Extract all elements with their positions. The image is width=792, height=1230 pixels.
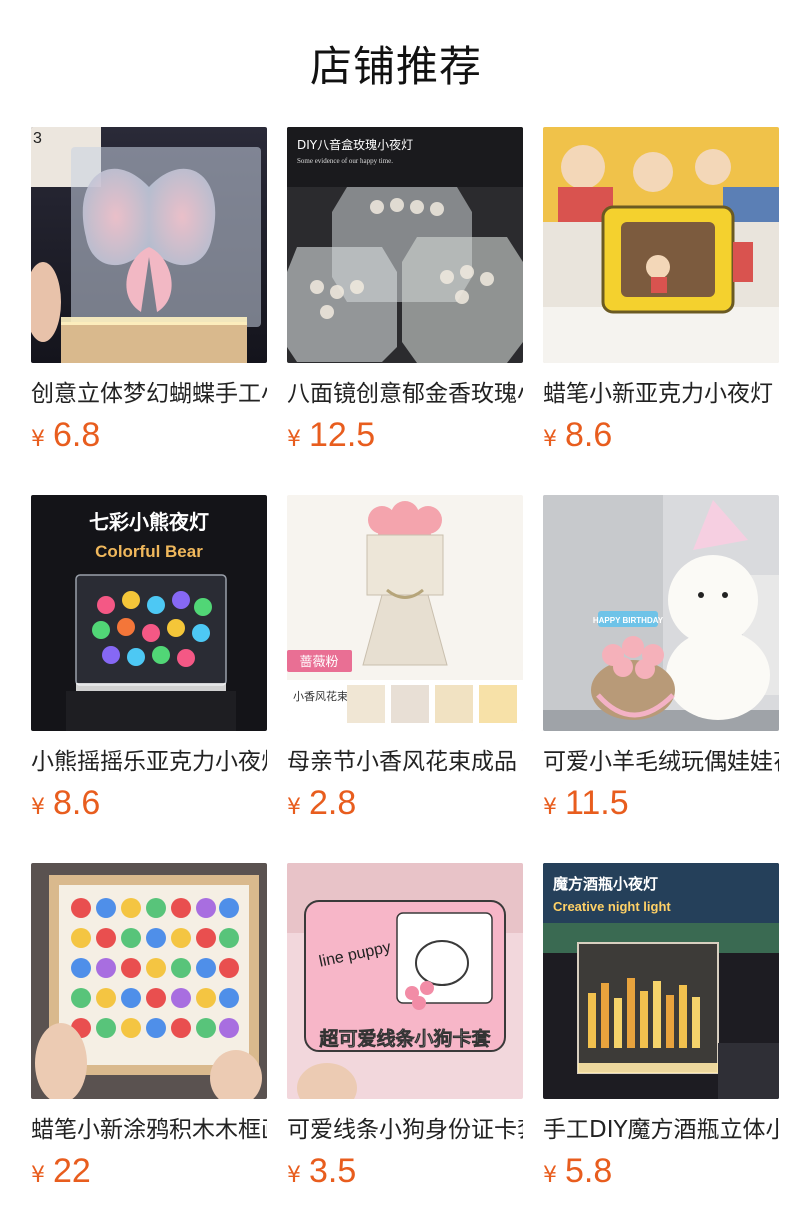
price-value: 8.6 [565,416,613,454]
price-value: 3.5 [309,1152,357,1190]
product-name[interactable]: 蜡笔小新涂鸦积木木框画 [31,1114,267,1146]
bouquet-caption-text: 小香风花束 [293,690,348,703]
product-name[interactable]: 母亲节小香风花束成品 [287,746,523,778]
product-card[interactable]: HAPPY BIRTHDAY 可爱小羊毛绒玩偶娃娃花束 ¥ 11.5 [543,495,779,822]
price-value: 11.5 [565,784,629,822]
puppy-banner-text: 超可爱线条小狗卡套 [318,1027,491,1050]
product-price: ¥ 22 [31,1152,267,1191]
price-value: 22 [53,1152,91,1190]
currency-symbol: ¥ [287,427,301,452]
product-name[interactable]: 可爱小羊毛绒玩偶娃娃花束 [543,746,779,778]
product-name[interactable]: 手工DIY魔方酒瓶立体小夜灯 [543,1114,779,1146]
currency-symbol: ¥ [287,795,301,820]
product-name[interactable]: 蜡笔小新亚克力小夜灯 [543,378,779,410]
product-image-shinchan-tv-lamp[interactable] [543,127,779,363]
product-name[interactable]: 小熊摇摇乐亚克力小夜灯 [31,746,267,778]
product-image-octagon-rose-lamp[interactable]: DIY八音盒玫瑰小夜灯 Some evidence of our happy t… [287,127,523,363]
section-header: 店铺推荐 [0,28,792,98]
bouquet-tag-text: 蔷薇粉 [299,655,338,670]
currency-symbol: ¥ [31,1163,45,1188]
product-image-butterfly-lamp[interactable]: 3 [31,127,267,363]
product-card[interactable]: 魔方酒瓶小夜灯 Creative night light 手工DIY魔方酒瓶立体… [543,863,779,1190]
product-price: ¥ 8.6 [31,784,267,823]
product-grid: 3 创意立体梦幻蝴蝶手工小夜灯 ¥ 6.8 DIY八音盒玫瑰小夜灯 [31,127,779,1190]
banner-text: DIY八音盒玫瑰小夜灯 [297,137,413,152]
product-card[interactable]: 3 创意立体梦幻蝴蝶手工小夜灯 ¥ 6.8 [31,127,267,454]
product-image-bouquet[interactable]: 蔷薇粉 小香风花束 [287,495,523,731]
product-price: ¥ 5.8 [543,1152,779,1191]
product-card[interactable]: 七彩小熊夜灯 Colorful Bear 小熊摇摇乐亚克力小夜灯 ¥ 8.6 [31,495,267,822]
product-name[interactable]: 八面镜创意郁金香玫瑰小夜灯 [287,378,523,410]
bear-subtitle-text: Colorful Bear [95,542,203,561]
price-value: 6.8 [53,416,101,454]
product-card[interactable]: DIY八音盒玫瑰小夜灯 Some evidence of our happy t… [287,127,523,454]
price-value: 2.8 [309,784,357,822]
currency-symbol: ¥ [543,795,557,820]
product-image-graffiti-frame[interactable] [31,863,267,1099]
bear-title-text: 七彩小熊夜灯 [89,510,209,534]
currency-symbol: ¥ [543,427,557,452]
product-price: ¥ 8.6 [543,416,779,455]
product-image-colorful-bear-lamp[interactable]: 七彩小熊夜灯 Colorful Bear [31,495,267,731]
product-price: ¥ 6.8 [31,416,267,455]
product-image-puppy-card-holder[interactable]: line puppy 超可爱线条小狗卡套 [287,863,523,1099]
price-value: 12.5 [309,416,376,454]
product-image-cube-bottle-lamp[interactable]: 魔方酒瓶小夜灯 Creative night light [543,863,779,1099]
product-image-lamb-basket[interactable]: HAPPY BIRTHDAY [543,495,779,731]
cube-subtitle-text: Creative night light [553,899,671,914]
product-price: ¥ 2.8 [287,784,523,823]
currency-symbol: ¥ [543,1163,557,1188]
currency-symbol: ¥ [287,1163,301,1188]
product-price: ¥ 11.5 [543,784,779,823]
product-card[interactable]: 蜡笔小新亚克力小夜灯 ¥ 8.6 [543,127,779,454]
section-title: 店铺推荐 [309,41,482,91]
product-price: ¥ 12.5 [287,416,523,455]
product-price: ¥ 3.5 [287,1152,523,1191]
cube-title-text: 魔方酒瓶小夜灯 [553,875,658,893]
product-name[interactable]: 创意立体梦幻蝴蝶手工小夜灯 [31,378,267,410]
price-value: 8.6 [53,784,101,822]
svg-text:3: 3 [33,130,42,147]
product-card[interactable]: 蜡笔小新涂鸦积木木框画 ¥ 22 [31,863,267,1190]
birthday-sign-text: HAPPY BIRTHDAY [593,616,664,625]
product-card[interactable]: 蔷薇粉 小香风花束 母亲节小香风花束成品 ¥ 2.8 [287,495,523,822]
currency-symbol: ¥ [31,427,45,452]
product-name[interactable]: 可爱线条小狗身份证卡套 [287,1114,523,1146]
price-value: 5.8 [565,1152,613,1190]
product-card[interactable]: line puppy 超可爱线条小狗卡套 可爱线条小狗身份证卡套 ¥ 3.5 [287,863,523,1190]
banner-subtext: Some evidence of our happy time. [297,157,393,165]
currency-symbol: ¥ [31,795,45,820]
